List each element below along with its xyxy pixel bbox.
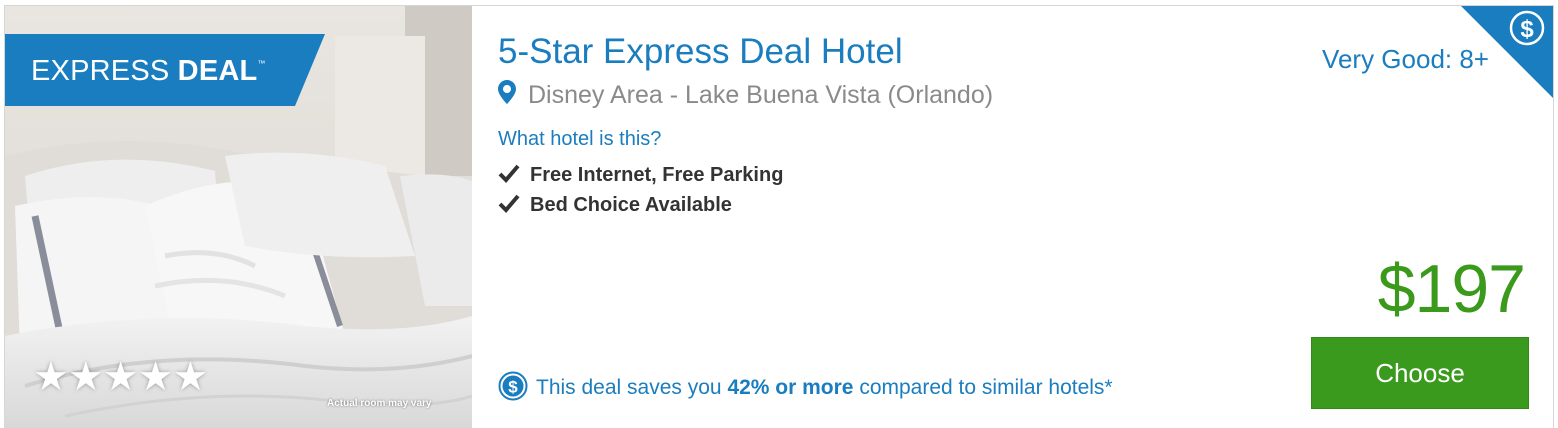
location-text: Disney Area - Lake Buena Vista (Orlando) — [528, 81, 994, 109]
check-icon — [498, 164, 520, 190]
hotel-title[interactable]: 5-Star Express Deal Hotel — [498, 32, 903, 72]
hotel-location: Disney Area - Lake Buena Vista (Orlando) — [498, 80, 993, 111]
hotel-room-photo[interactable]: EXPRESS DEAL™ ★★★★★ Actual room may vary — [5, 6, 472, 428]
feature-item: Bed Choice Available — [498, 194, 732, 220]
pin-icon — [498, 80, 516, 111]
hotel-deal-card: EXPRESS DEAL™ ★★★★★ Actual room may vary… — [4, 5, 1554, 428]
what-hotel-link[interactable]: What hotel is this? — [498, 128, 661, 151]
feature-text: Bed Choice Available — [530, 194, 732, 216]
svg-text:$: $ — [1520, 16, 1534, 43]
express-deal-badge: EXPRESS DEAL™ — [5, 34, 325, 106]
choose-button[interactable]: Choose — [1311, 337, 1529, 409]
deal-price: $197 — [1377, 251, 1526, 327]
feature-text: Free Internet, Free Parking — [530, 164, 784, 186]
express-deal-label: EXPRESS DEAL™ — [31, 55, 266, 87]
check-icon — [498, 194, 520, 220]
svg-text:$: $ — [508, 378, 518, 397]
dollar-coin-icon: $ — [498, 371, 528, 401]
dollar-corner-icon: $ — [1461, 6, 1553, 98]
feature-item: Free Internet, Free Parking — [498, 164, 783, 190]
savings-message: $ This deal saves you 42% or more compar… — [498, 371, 1113, 401]
star-rating: ★★★★★ — [33, 355, 208, 399]
actual-room-note: Actual room may vary — [327, 398, 432, 409]
